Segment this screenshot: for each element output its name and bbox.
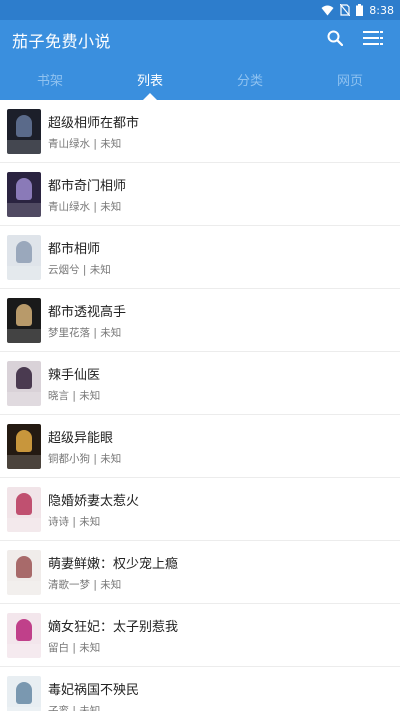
book-status: 未知: [100, 452, 122, 465]
book-cover: [7, 234, 41, 280]
book-status: 未知: [100, 326, 122, 339]
book-cover: [7, 612, 41, 658]
wifi-icon: [321, 5, 334, 16]
book-author: 梦里花落: [48, 326, 90, 339]
app-bar: 茄子免费小说: [0, 20, 400, 59]
book-row[interactable]: 超级相师在都市 青山绿水 | 未知: [0, 100, 400, 163]
book-author: 诗诗: [48, 515, 69, 528]
book-cover: [7, 549, 41, 595]
tab-web[interactable]: 网页: [300, 59, 400, 100]
menu-button[interactable]: [356, 23, 390, 57]
tab-list[interactable]: 列表: [100, 59, 200, 100]
book-row[interactable]: 超级异能眼 铜都小狗 | 未知: [0, 415, 400, 478]
book-title: 隐婚娇妻太惹火: [48, 493, 140, 509]
search-icon: [327, 30, 344, 50]
status-bar: 8:38: [0, 0, 400, 20]
book-title: 都市奇门相师: [48, 178, 127, 194]
book-author: 青山绿水: [48, 137, 90, 150]
book-info: 诗诗 | 未知: [48, 515, 101, 528]
book-author: 青山绿水: [48, 200, 90, 213]
book-cover: [7, 171, 41, 217]
no-sim-icon: [340, 4, 351, 16]
book-cover: [7, 108, 41, 154]
book-cover: [7, 486, 41, 532]
book-title: 都市相师: [48, 241, 101, 257]
book-row[interactable]: 隐婚娇妻太惹火 诗诗 | 未知: [0, 478, 400, 541]
book-cover: [7, 675, 41, 711]
book-title: 超级异能眼: [48, 430, 114, 446]
book-row[interactable]: 萌妻鲜嫩：权少宠上瘾 清歌一梦 | 未知: [0, 541, 400, 604]
battery-icon: [356, 4, 364, 16]
book-author: 清歌一梦: [48, 578, 90, 591]
book-cover: [7, 423, 41, 469]
book-cover: [7, 297, 41, 343]
book-status: 未知: [79, 641, 101, 654]
book-author: 云烟兮: [48, 263, 80, 276]
book-status: 未知: [79, 389, 101, 402]
tab-category[interactable]: 分类: [200, 59, 300, 100]
list-menu-icon: [363, 30, 383, 49]
book-status: 未知: [100, 137, 122, 150]
book-row[interactable]: 嫡女狂妃：太子别惹我 留白 | 未知: [0, 604, 400, 667]
book-title: 嫡女狂妃：太子别惹我: [48, 619, 179, 635]
book-info: 留白 | 未知: [48, 641, 101, 654]
book-info: 清歌一梦 | 未知: [48, 578, 122, 591]
book-info: 青山绿水 | 未知: [48, 137, 122, 150]
book-status: 未知: [100, 578, 122, 591]
book-info: 铜都小狗 | 未知: [48, 452, 122, 465]
book-row[interactable]: 都市相师 云烟兮 | 未知: [0, 226, 400, 289]
book-info: 云烟兮 | 未知: [48, 263, 111, 276]
book-info: 子鸾 | 未知: [48, 703, 139, 711]
book-title: 超级相师在都市: [48, 115, 140, 131]
book-status: 未知: [100, 200, 122, 213]
book-row[interactable]: 都市透视高手 梦里花落 | 未知: [0, 289, 400, 352]
book-info: 晓言 | 未知: [48, 389, 101, 402]
book-status: 未知: [89, 263, 111, 276]
book-title: 都市透视高手: [48, 304, 127, 320]
book-author: 留白: [48, 641, 69, 654]
book-title: 萌妻鲜嫩：权少宠上瘾: [48, 556, 179, 572]
book-title: 辣手仙医: [48, 367, 101, 383]
book-info: 青山绿水 | 未知: [48, 200, 122, 213]
app-title: 茄子免费小说: [12, 31, 112, 51]
book-author: 铜都小狗: [48, 452, 90, 465]
status-time: 8:38: [369, 3, 394, 17]
book-row[interactable]: 辣手仙医 晓言 | 未知: [0, 352, 400, 415]
book-title: 毒妃祸国不殃民: [48, 682, 140, 698]
book-status: 未知: [79, 704, 101, 711]
tab-bar: 书架 列表 分类 网页: [0, 59, 400, 100]
book-author: 子鸾: [48, 704, 69, 711]
tab-bookshelf[interactable]: 书架: [0, 59, 100, 100]
book-author: 晓言: [48, 389, 69, 402]
book-row[interactable]: 毒妃祸国不殃民 子鸾 | 未知: [0, 667, 400, 711]
search-button[interactable]: [318, 23, 352, 57]
book-info: 梦里花落 | 未知: [48, 326, 122, 339]
book-list: 超级相师在都市 青山绿水 | 未知 都市奇门相师 青山绿水 | 未知 都市相师 …: [0, 100, 400, 711]
book-cover: [7, 360, 41, 406]
book-row[interactable]: 都市奇门相师 青山绿水 | 未知: [0, 163, 400, 226]
book-status: 未知: [79, 515, 101, 528]
